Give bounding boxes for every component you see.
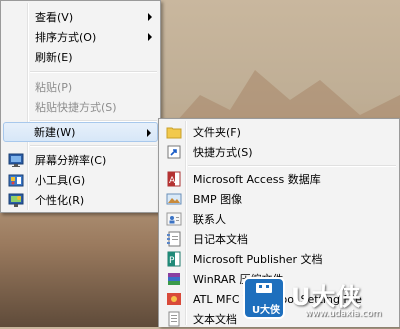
- menu-separator: [30, 71, 157, 73]
- menu-item-paste: 粘贴(P): [35, 81, 73, 94]
- gadgets-icon: [8, 174, 24, 187]
- usb-logo-icon: U大侠: [243, 277, 285, 319]
- submenu-item-publisher[interactable]: P Microsoft Publisher 文档: [161, 249, 397, 269]
- menu-item-view[interactable]: 查看(V): [3, 7, 158, 27]
- personalize-icon: [8, 193, 24, 207]
- menu-item-refresh[interactable]: 刷新(E): [3, 47, 158, 67]
- text-document-icon: [168, 311, 180, 327]
- submenu-item-access-db[interactable]: A Microsoft Access 数据库: [161, 169, 397, 189]
- winrar-icon: [168, 273, 180, 285]
- folder-icon: [166, 127, 182, 139]
- menu-separator: [188, 165, 396, 167]
- bitmap-icon: [166, 193, 182, 205]
- menu-item-screen-resolution[interactable]: 屏幕分辨率(C): [3, 150, 158, 170]
- submenu-item-contact[interactable]: 联系人: [161, 209, 397, 229]
- contact-icon: [166, 212, 182, 226]
- menu-item-new[interactable]: 新建(W): [3, 122, 158, 142]
- journal-icon: [167, 231, 181, 247]
- watermark-url: www.udaxia.com: [305, 309, 382, 319]
- submenu-arrow-icon: [148, 13, 152, 21]
- desktop-context-menu: 查看(V) 排序方式(O) 刷新(E) 粘贴(P) 粘贴快捷方式(S) 新建(W…: [0, 0, 161, 213]
- submenu-item-shortcut[interactable]: 快捷方式(S): [161, 142, 397, 162]
- submenu-item-bmp[interactable]: BMP 图像: [161, 189, 397, 209]
- watermark-brand: U大侠: [291, 283, 362, 311]
- udaxia-watermark: U大侠 U大侠 www.udaxia.com: [239, 277, 400, 327]
- svg-text:P: P: [169, 256, 175, 266]
- menu-item-sort-by[interactable]: 排序方式(O): [3, 27, 158, 47]
- menu-separator: [30, 145, 157, 147]
- menu-item-personalize[interactable]: 个性化(R): [3, 190, 158, 210]
- publisher-icon: P: [167, 251, 181, 267]
- submenu-arrow-icon: [147, 129, 151, 137]
- display-icon: [8, 153, 24, 167]
- atl-settings-icon: [167, 293, 181, 305]
- submenu-arrow-icon: [148, 33, 152, 41]
- menu-item-gadgets[interactable]: 小工具(G): [3, 170, 158, 190]
- submenu-item-journal[interactable]: 日记本文档: [161, 229, 397, 249]
- shortcut-icon: [167, 145, 181, 159]
- svg-text:A: A: [169, 176, 176, 186]
- access-icon: A: [167, 171, 181, 187]
- menu-item-paste-shortcut: 粘贴快捷方式(S): [35, 101, 117, 114]
- submenu-item-folder[interactable]: 文件夹(F): [161, 122, 397, 142]
